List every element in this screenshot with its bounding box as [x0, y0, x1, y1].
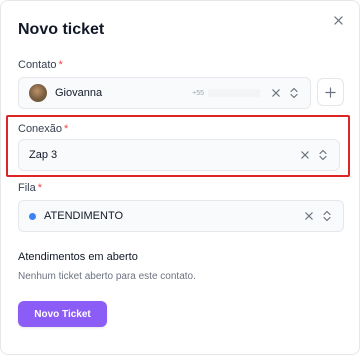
add-contact-button[interactable] [317, 78, 344, 106]
clear-contato-button[interactable] [270, 86, 282, 100]
conexao-label: Conexão * [18, 123, 68, 135]
conexao-value: Zap 3 [29, 149, 58, 161]
conexao-select[interactable]: Zap 3 [18, 139, 340, 171]
phone-redacted [208, 89, 260, 97]
open-tickets-title: Atendimentos em aberto [18, 251, 138, 263]
clear-conexao-button[interactable] [299, 148, 311, 162]
chevron-up-down-icon [317, 148, 329, 162]
new-ticket-modal: Novo ticket Contato * Giovanna +55 Conexã… [0, 0, 360, 355]
fila-select[interactable]: ATENDIMENTO [18, 200, 344, 232]
chevron-up-down-icon [321, 209, 333, 223]
fila-label: Fila * [18, 182, 42, 194]
contato-select[interactable]: Giovanna +55 [18, 77, 311, 109]
close-icon [305, 212, 313, 220]
clear-fila-button[interactable] [303, 209, 315, 223]
contato-name: Giovanna [55, 87, 103, 99]
conexao-label-text: Conexão [18, 123, 63, 135]
modal-title: Novo ticket [18, 21, 105, 38]
plus-icon [325, 86, 336, 98]
create-ticket-button[interactable]: Novo Ticket [18, 301, 107, 327]
required-mark: * [64, 123, 69, 135]
close-button[interactable] [331, 13, 345, 27]
contato-phone: +55 [192, 89, 204, 97]
close-icon [272, 89, 280, 97]
contato-label: Contato * [18, 59, 63, 71]
open-tickets-empty-text: Nenhum ticket aberto para este contato. [18, 271, 196, 282]
required-mark: * [37, 182, 43, 194]
avatar [29, 84, 47, 102]
contato-label-text: Contato [18, 59, 57, 71]
chevron-up-down-icon [288, 86, 300, 100]
close-icon [301, 151, 309, 159]
fila-label-text: Fila [18, 182, 36, 194]
fila-value: ATENDIMENTO [44, 210, 124, 222]
close-icon [333, 15, 343, 25]
queue-color-dot [29, 212, 36, 220]
required-mark: * [58, 59, 63, 71]
